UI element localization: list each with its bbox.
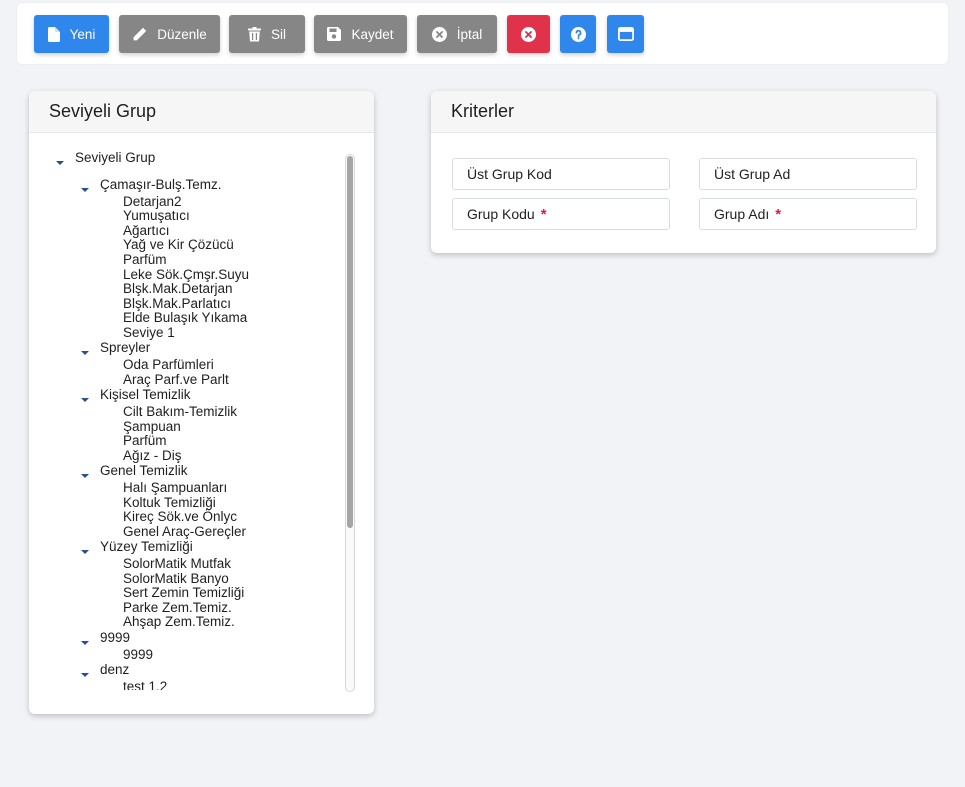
- pencil-icon: [132, 27, 147, 42]
- delete-button[interactable]: Sil: [229, 15, 305, 53]
- tree-node-label: Leke Sök.Çmşr.Suyu: [123, 266, 250, 282]
- save-button-label: Kaydet: [351, 26, 394, 42]
- criteria-panel: Kriterler Üst Grup Kod Üst Grup Ad Grup …: [431, 91, 936, 253]
- caret-down-icon[interactable]: [81, 351, 89, 356]
- tree-node-label: Yüzey Temizliği: [100, 538, 193, 554]
- caret-down-icon[interactable]: [81, 397, 89, 402]
- tree-node-label: 9999: [123, 646, 154, 662]
- tree-node-label: 9999: [100, 629, 131, 645]
- grup-adi-field[interactable]: Grup Adı *: [699, 198, 917, 230]
- tree-node-label: Blşk.Mak.Parlatıcı: [123, 295, 232, 311]
- cancel-button-label: İptal: [456, 26, 483, 42]
- tree-node-label: Genel Temizlik: [100, 462, 188, 478]
- tree-node-label: Çamaşır-Bulş.Temz.: [100, 176, 222, 192]
- new-button-label: Yeni: [69, 26, 96, 42]
- edit-button[interactable]: Düzenle: [119, 15, 220, 53]
- tree-node-label: Sert Zemin Temizliği: [123, 585, 245, 601]
- tree-node-label: Detarjan2: [123, 193, 182, 209]
- tree-node-label: test 1.2: [123, 678, 168, 690]
- trash-icon: [247, 26, 261, 42]
- tree-node-label: Halı Şampuanları: [123, 479, 228, 495]
- tree-node-label: Ağartıcı: [123, 222, 170, 238]
- save-button[interactable]: Kaydet: [314, 15, 407, 53]
- tree-node-label: Cilt Bakım-Temizlik: [123, 403, 238, 419]
- toolbar: Yeni Düzenle Sil Kaydet İptal: [16, 2, 949, 65]
- close-circle-icon: [521, 26, 536, 42]
- ust-grup-ad-field[interactable]: Üst Grup Ad: [699, 158, 917, 190]
- delete-button-label: Sil: [270, 26, 286, 42]
- caret-down-icon[interactable]: [56, 161, 64, 165]
- criteria-panel-title: Kriterler: [431, 91, 936, 133]
- tree-node-label: Elde Bulaşık Yıkama: [123, 310, 248, 326]
- tree-panel-title: Seviyeli Grup: [29, 91, 374, 133]
- ust-grup-kod-field[interactable]: Üst Grup Kod: [452, 158, 670, 190]
- question-circle-icon: [570, 26, 586, 42]
- tree-node-label: SolorMatik Banyo: [123, 570, 229, 586]
- floppy-disk-icon: [327, 27, 342, 41]
- cancel-button[interactable]: İptal: [417, 15, 497, 53]
- new-file-icon: [47, 26, 60, 42]
- edit-button-label: Düzenle: [157, 26, 207, 42]
- required-marker: *: [775, 205, 782, 223]
- tree-node-label: Ağız - Diş: [123, 447, 182, 463]
- grup-kodu-label: Grup Kodu: [467, 206, 535, 222]
- tree-node-label: Ahşap Zem.Temiz.: [123, 614, 235, 630]
- grup-kodu-field[interactable]: Grup Kodu *: [452, 198, 670, 230]
- ust-grup-kod-label: Üst Grup Kod: [467, 166, 552, 182]
- tree-node-label: SolorMatik Mutfak: [123, 555, 232, 571]
- grup-adi-label: Grup Adı: [714, 206, 770, 222]
- caret-down-icon[interactable]: [81, 640, 89, 645]
- ust-grup-ad-label: Üst Grup Ad: [714, 166, 791, 182]
- tree-node-label: Seviyeli Grup: [75, 150, 156, 165]
- tree-node-label: Şampuan: [123, 418, 181, 434]
- tree-node-label: Yumuşatıcı: [123, 208, 190, 224]
- required-marker: *: [540, 205, 547, 223]
- tree-node-label: Seviye 1: [123, 324, 175, 340]
- tree-node-label: Kişisel Temizlik: [100, 386, 191, 402]
- close-button[interactable]: [507, 15, 550, 53]
- tree-node-label: Genel Araç-Gereçler: [123, 523, 247, 539]
- tree-node-label: Blşk.Mak.Detarjan: [123, 281, 233, 297]
- circle-x-icon: [431, 26, 447, 42]
- caret-down-icon[interactable]: [81, 549, 89, 554]
- new-button[interactable]: Yeni: [34, 15, 109, 53]
- tree-node-label: Oda Parfümleri: [123, 357, 214, 373]
- caret-down-icon[interactable]: [81, 672, 89, 677]
- tree-node-label: Koltuk Temizliği: [123, 494, 216, 510]
- tree-node-label: Spreyler: [100, 340, 151, 356]
- caret-down-icon[interactable]: [81, 473, 89, 478]
- tree-node-label: Yağ ve Kir Çözücü: [123, 237, 234, 253]
- tree-node-label: Parfüm: [123, 251, 167, 267]
- tree-node-label: Parfüm: [123, 433, 167, 449]
- tree-scrollbar[interactable]: [345, 154, 355, 692]
- tree-node-label: Parke Zem.Temiz.: [123, 599, 232, 615]
- tree-node-label: denz: [100, 661, 130, 677]
- window-button[interactable]: [607, 15, 644, 53]
- tree-panel: Seviyeli Grup Seviyeli Grup Çamaşır-Bulş.…: [29, 91, 374, 714]
- tree-container: Seviyeli Grup Çamaşır-Bulş.Temz. Detarjan2…: [29, 134, 374, 714]
- tree-view: Seviyeli Grup Çamaşır-Bulş.Temz. Detarjan2…: [29, 134, 349, 690]
- help-button[interactable]: [560, 15, 596, 53]
- tree-node-label: Kireç Sök.ve Önlyc: [123, 509, 238, 525]
- tree-scrollbar-thumb[interactable]: [347, 156, 353, 528]
- window-icon: [617, 27, 634, 41]
- tree-node-label: Araç Parf.ve Parlt: [123, 371, 229, 387]
- caret-down-icon[interactable]: [81, 187, 89, 192]
